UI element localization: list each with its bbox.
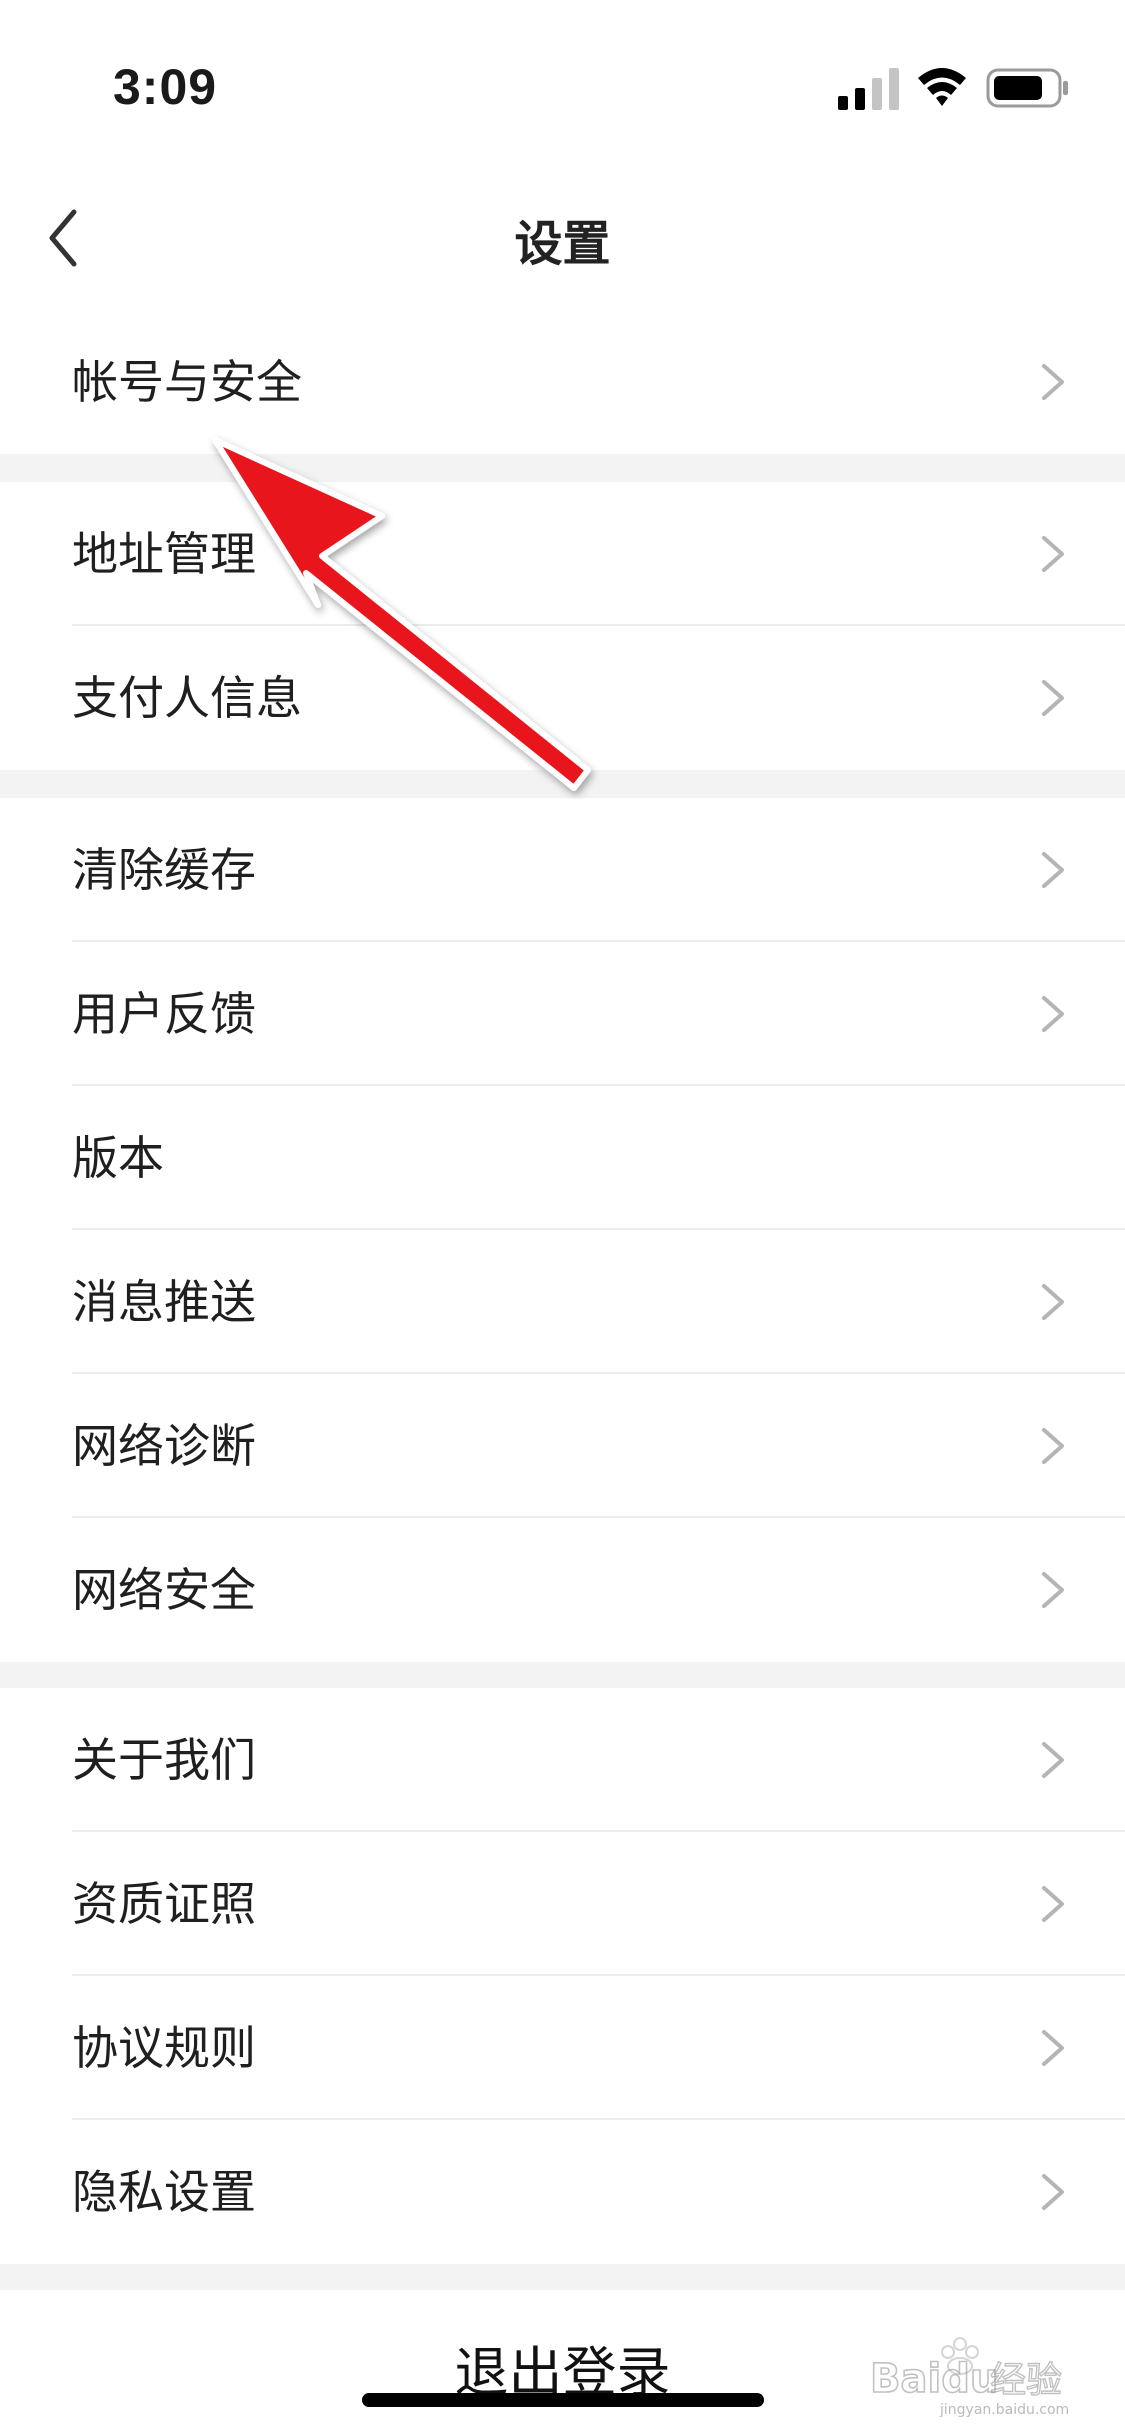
settings-row-label: 帐号与安全 bbox=[72, 355, 302, 409]
baidu-jingyan-watermark: Baidu 经验 jingyan.baidu.com bbox=[869, 2337, 1069, 2418]
settings-row[interactable]: 网络诊断 bbox=[0, 1374, 1125, 1518]
settings-row-label: 支付人信息 bbox=[72, 671, 302, 725]
chevron-right-icon bbox=[1040, 994, 1066, 1034]
battery-icon bbox=[986, 68, 1068, 108]
chevron-right-icon bbox=[1040, 2172, 1066, 2212]
chevron-right-icon bbox=[1040, 1884, 1066, 1924]
svg-text:经验: 经验 bbox=[990, 2360, 1062, 2401]
chevron-right-icon bbox=[1040, 2028, 1066, 2068]
chevron-right-icon bbox=[1040, 362, 1066, 402]
settings-row-label: 用户反馈 bbox=[72, 987, 256, 1041]
settings-row[interactable]: 用户反馈 bbox=[0, 942, 1125, 1086]
settings-row[interactable]: 协议规则 bbox=[0, 1976, 1125, 2120]
nav-bar: 设置 bbox=[0, 170, 1125, 310]
settings-row[interactable]: 网络安全 bbox=[0, 1518, 1125, 1662]
cellular-signal-icon bbox=[838, 68, 899, 110]
settings-row-label: 协议规则 bbox=[72, 2021, 256, 2075]
settings-row[interactable]: 隐私设置 bbox=[0, 2120, 1125, 2264]
svg-text:jingyan.baidu.com: jingyan.baidu.com bbox=[939, 2402, 1069, 2418]
settings-row[interactable]: 资质证照 bbox=[0, 1832, 1125, 1976]
settings-row[interactable]: 消息推送 bbox=[0, 1230, 1125, 1374]
settings-row[interactable]: 地址管理 bbox=[0, 482, 1125, 626]
settings-row[interactable]: 版本 bbox=[0, 1086, 1125, 1230]
page-title: 设置 bbox=[514, 216, 611, 272]
settings-row-label: 网络诊断 bbox=[72, 1419, 256, 1473]
settings-row-label: 网络安全 bbox=[72, 1563, 256, 1617]
settings-group-account: 帐号与安全 bbox=[0, 310, 1125, 454]
settings-row-label: 资质证照 bbox=[72, 1877, 256, 1931]
settings-row-label: 清除缓存 bbox=[72, 843, 256, 897]
chevron-right-icon bbox=[1040, 1426, 1066, 1466]
settings-row[interactable]: 支付人信息 bbox=[0, 626, 1125, 770]
chevron-right-icon bbox=[1040, 1740, 1066, 1780]
chevron-right-icon bbox=[1040, 534, 1066, 574]
chevron-right-icon bbox=[1040, 850, 1066, 890]
chevron-right-icon bbox=[1040, 678, 1066, 718]
settings-group-about: 关于我们资质证照协议规则隐私设置 bbox=[0, 1688, 1125, 2264]
settings-row[interactable]: 帐号与安全 bbox=[0, 310, 1125, 454]
settings-row[interactable]: 清除缓存 bbox=[0, 798, 1125, 942]
settings-row-label: 地址管理 bbox=[72, 527, 256, 581]
status-time: 3:09 bbox=[113, 59, 218, 115]
settings-group-general: 清除缓存用户反馈版本消息推送网络诊断网络安全 bbox=[0, 798, 1125, 1662]
settings-group-address: 地址管理 支付人信息 bbox=[0, 482, 1125, 770]
settings-row-label: 消息推送 bbox=[72, 1275, 256, 1329]
svg-text:Baidu: Baidu bbox=[870, 2356, 998, 2402]
status-bar: 3:09 bbox=[0, 0, 1125, 170]
settings-row-label: 隐私设置 bbox=[72, 2165, 256, 2219]
settings-row[interactable]: 关于我们 bbox=[0, 1688, 1125, 1832]
wifi-icon bbox=[918, 68, 966, 106]
settings-row-label: 版本 bbox=[72, 1131, 164, 1185]
home-indicator bbox=[362, 2393, 764, 2407]
chevron-right-icon bbox=[1040, 1282, 1066, 1322]
settings-row-label: 关于我们 bbox=[72, 1733, 256, 1787]
chevron-right-icon bbox=[1040, 1570, 1066, 1610]
